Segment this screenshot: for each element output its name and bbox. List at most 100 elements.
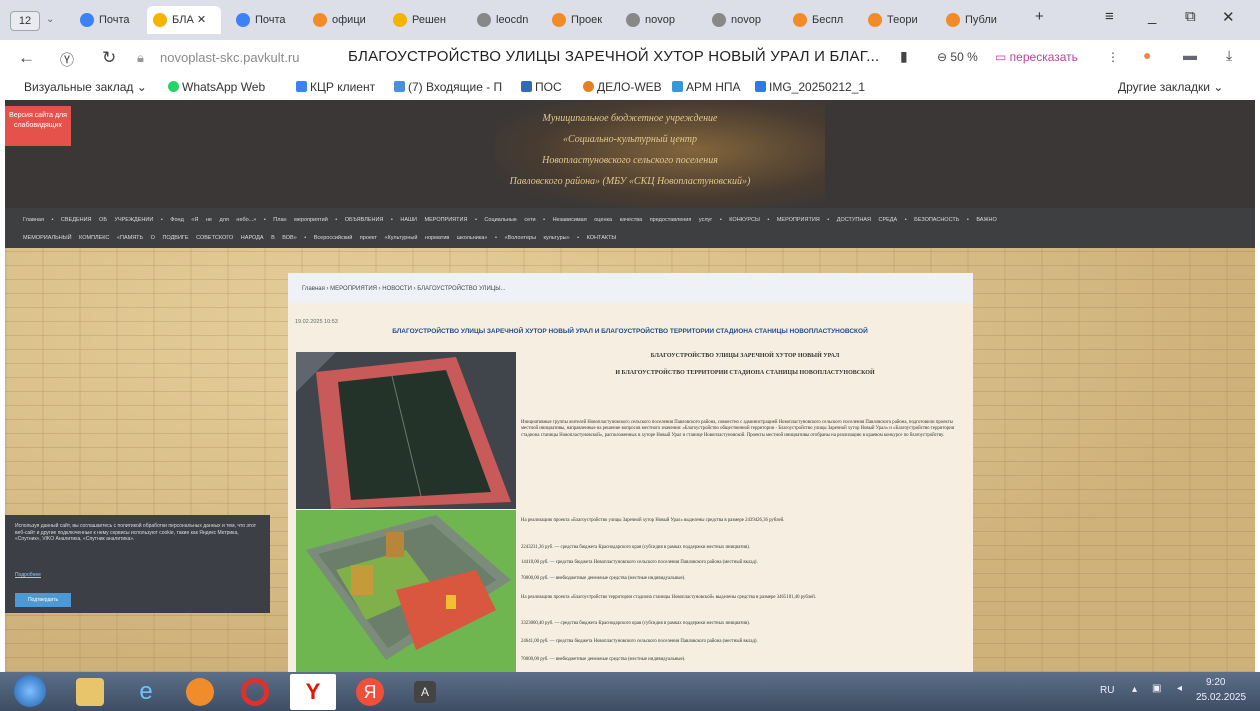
site-main-menu: Главная • СВЕДЕНИЯ ОБ УЧРЕЖДЕНИИ • Фонд … bbox=[5, 208, 1255, 248]
tab-item[interactable]: Проек bbox=[552, 6, 614, 34]
playground-render-image[interactable] bbox=[296, 510, 516, 672]
bookmark-label: Визуальные заклад bbox=[24, 80, 134, 94]
zoom-level[interactable]: ⊖ 50 % bbox=[937, 50, 978, 64]
tab-item[interactable]: novop bbox=[626, 6, 688, 34]
bookmark-label: АРМ НПА bbox=[686, 80, 741, 94]
url-field[interactable]: novoplast-skc.pavkult.ru bbox=[160, 50, 299, 65]
tab-item[interactable]: novop bbox=[712, 6, 774, 34]
tab-favicon-icon bbox=[712, 13, 726, 28]
bookmark-2[interactable]: КЦР клиент bbox=[296, 80, 375, 94]
tab-item[interactable]: Беспл bbox=[793, 6, 855, 34]
tab-favicon-icon bbox=[552, 13, 566, 28]
alice-icon[interactable]: ● bbox=[1143, 47, 1151, 63]
yandex-browser-icon[interactable]: Y bbox=[290, 674, 336, 710]
ie-icon[interactable]: e bbox=[132, 678, 160, 706]
article-title[interactable]: БЛАГОУСТРОЙСТВО УЛИЦЫ ЗАРЕЧНОЙ ХУТОР НОВ… bbox=[295, 328, 965, 335]
tab-item[interactable]: Решен bbox=[393, 6, 455, 34]
language-indicator[interactable]: RU bbox=[1100, 685, 1114, 696]
extension-icon[interactable]: ▬ bbox=[1183, 47, 1197, 63]
menu-icon[interactable]: ≡ bbox=[1105, 8, 1114, 25]
restore-button[interactable]: ⧉ bbox=[1185, 8, 1196, 25]
media-player-icon[interactable] bbox=[186, 678, 214, 706]
header-line-4: Павловского района» (МБУ «СКЦ Новопласту… bbox=[509, 176, 751, 187]
start-button[interactable] bbox=[14, 675, 46, 707]
pos-icon bbox=[521, 81, 532, 92]
bookmark-icon[interactable]: ▮ bbox=[900, 48, 908, 65]
tab-item[interactable]: офици bbox=[313, 6, 375, 34]
tab-label: БЛА bbox=[172, 14, 194, 26]
header-line-2: «Социально-культурный центр bbox=[563, 134, 697, 145]
bookmark-label: WhatsApp Web bbox=[182, 80, 266, 94]
menu-row-1[interactable]: Главная • СВЕДЕНИЯ ОБ УЧРЕЖДЕНИИ • Фонд … bbox=[23, 217, 997, 223]
bookmark-4[interactable]: ПОС bbox=[521, 80, 562, 94]
cookie-accept-button[interactable]: Подтвердить bbox=[15, 593, 71, 607]
tab-favicon-icon bbox=[153, 13, 167, 28]
clock-time[interactable]: 9:20 bbox=[1206, 677, 1225, 688]
tab-label: novop bbox=[645, 14, 675, 26]
tab-close-icon[interactable]: ✕ bbox=[194, 14, 206, 26]
download-icon[interactable]: ⤓ bbox=[1226, 47, 1232, 64]
other-bookmarks[interactable]: Другие закладки ⌄ bbox=[1118, 80, 1223, 94]
tab-label: Беспл bbox=[812, 14, 844, 26]
reload-button[interactable]: ↻ bbox=[102, 48, 116, 68]
breadcrumb[interactable]: Главная › МЕРОПРИЯТИЯ › НОВОСТИ › БЛАГОУ… bbox=[288, 273, 973, 303]
tab-item[interactable]: Почта bbox=[80, 6, 142, 34]
bookmarks-bar: Визуальные заклад ⌄ WhatsApp Web КЦР кли… bbox=[0, 76, 1260, 98]
clock-date[interactable]: 25.02.2025 bbox=[1196, 692, 1246, 703]
bookmark-5[interactable]: ДЕЛО-WEB bbox=[583, 80, 662, 94]
kcr-icon bbox=[296, 81, 307, 92]
tab-favicon-icon bbox=[80, 13, 94, 28]
tabs-dropdown-icon[interactable]: ⌄ bbox=[46, 6, 54, 34]
tab-label: Решен bbox=[412, 14, 446, 26]
tab-favicon-icon bbox=[313, 13, 327, 28]
yandex-protect-icon[interactable]: Ⓨ bbox=[60, 50, 74, 70]
article-subtitle-2: И БЛАГОУСТРОЙСТВО ТЕРРИТОРИИ СТАДИОНА СТ… bbox=[615, 370, 875, 376]
close-window-button[interactable]: ✕ bbox=[1222, 8, 1235, 26]
tab-favicon-icon bbox=[946, 13, 960, 28]
header-line-1: Муниципальное бюджетное учреждение bbox=[542, 113, 718, 124]
tab-item[interactable]: Почта bbox=[236, 6, 298, 34]
article-paragraph-3: 2243231,36 руб. — средства бюджета Красн… bbox=[521, 545, 751, 550]
article-subtitle-1: БЛАГОУСТРОЙСТВО УЛИЦЫ ЗАРЕЧНОЙ ХУТОР НОВ… bbox=[650, 353, 840, 359]
cookie-text: Используя данный сайт, вы соглашаетесь с… bbox=[15, 523, 257, 542]
tab-item[interactable]: БЛА ✕ bbox=[147, 6, 221, 34]
menu-row-2[interactable]: МЕМОРИАЛЬНЫЙ КОМПЛЕКС «ПАМЯТЬ О ПОДВИГЕ … bbox=[23, 235, 616, 241]
tab-label: Проек bbox=[571, 14, 603, 26]
tab-label: Теори bbox=[887, 14, 918, 26]
tray-arrow-icon[interactable]: ▴ bbox=[1132, 684, 1137, 695]
explorer-icon[interactable] bbox=[76, 678, 104, 706]
stadium-render-image[interactable] bbox=[296, 352, 516, 509]
tab-favicon-icon bbox=[236, 13, 250, 28]
bookmark-label: КЦР клиент bbox=[310, 80, 376, 94]
tab-item[interactable]: leocdn bbox=[477, 6, 539, 34]
new-tab-button[interactable]: + bbox=[1035, 8, 1044, 25]
bookmark-3[interactable]: (7) Входящие - П bbox=[394, 80, 502, 94]
retell-label: пересказать bbox=[1009, 50, 1078, 64]
cookie-more-link[interactable]: Подробнее bbox=[15, 572, 41, 578]
breadcrumb-text[interactable]: Главная › МЕРОПРИЯТИЯ › НОВОСТИ › БЛАГОУ… bbox=[302, 286, 506, 292]
tab-item[interactable]: Теори bbox=[868, 6, 930, 34]
arm-icon bbox=[672, 81, 683, 92]
bookmark-1[interactable]: WhatsApp Web bbox=[168, 80, 265, 94]
bookmark-6[interactable]: АРМ НПА bbox=[672, 80, 741, 94]
yandex-icon[interactable]: Я bbox=[356, 678, 384, 706]
cookie-notice: Используя данный сайт, вы соглашаетесь с… bbox=[5, 515, 270, 613]
back-button[interactable]: ← bbox=[18, 48, 35, 68]
page-title: БЛАГОУСТРОЙСТВО УЛИЦЫ ЗАРЕЧНОЙ ХУТОР НОВ… bbox=[348, 48, 880, 65]
tab-item[interactable]: Публи bbox=[946, 6, 1008, 34]
network-icon[interactable]: ▣ bbox=[1152, 683, 1161, 694]
article-paragraph-4: 14418,00 руб. — средства бюджета Новопла… bbox=[521, 560, 758, 565]
retell-button[interactable]: ▭ пересказать bbox=[995, 50, 1078, 64]
lock-icon[interactable]: 🔒︎ bbox=[137, 50, 144, 66]
image-icon bbox=[755, 81, 766, 92]
minimize-button[interactable]: _ bbox=[1148, 8, 1156, 25]
accessibility-version-button[interactable]: Версия сайта для слабовидящих bbox=[5, 106, 71, 146]
more-icon[interactable]: ⋮ bbox=[1107, 50, 1119, 64]
app-a-icon[interactable]: A bbox=[414, 681, 436, 703]
bookmark-7[interactable]: IMG_20250212_1 bbox=[755, 80, 865, 94]
volume-icon[interactable]: ◂ bbox=[1177, 683, 1182, 694]
bookmark-0[interactable]: Визуальные заклад ⌄ bbox=[24, 80, 147, 94]
opera-icon[interactable] bbox=[241, 678, 269, 706]
tab-count[interactable]: 12 bbox=[10, 11, 40, 31]
site-header: Муниципальное бюджетное учреждение «Соци… bbox=[5, 100, 1255, 208]
